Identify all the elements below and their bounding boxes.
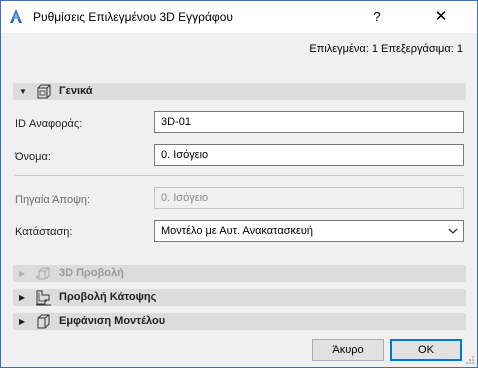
archicad-logo-icon [10, 9, 22, 23]
ref-id-input[interactable] [154, 111, 464, 133]
expand-right-icon: ▶ [19, 269, 26, 278]
3d-view-icon [36, 267, 50, 280]
help-button[interactable]: ? [357, 1, 397, 33]
section-floor-plan-label: Προβολή Κάτοψης [59, 291, 157, 303]
ref-id-label: ID Αναφοράς: [15, 118, 83, 130]
source-view-label: Πηγαία Άποψη: [15, 194, 91, 206]
section-3d-view-header[interactable]: ▶ 3D Προβολή [13, 265, 466, 282]
model-cube-icon [37, 314, 50, 329]
name-label: Όνομα: [15, 151, 51, 163]
close-button[interactable]: ✕ [421, 1, 461, 33]
window-title: Ρυθμίσεις Επιλεγμένου 3D Εγγράφου [33, 10, 233, 24]
chevron-down-icon [448, 228, 458, 234]
document-3d-icon [37, 84, 51, 99]
selection-status: Επιλεγμένα: 1 Επεξεργάσιμα: 1 [309, 43, 463, 55]
resize-grip-icon[interactable] [465, 355, 475, 365]
dialog-content: Επιλεγμένα: 1 Επεξεργάσιμα: 1 ▼ Γενικά I… [1, 33, 477, 367]
title-bar: Ρυθμίσεις Επιλεγμένου 3D Εγγράφου ? ✕ [1, 1, 477, 33]
cancel-button[interactable]: Άκυρο [312, 339, 384, 361]
section-model-display-label: Εμφάνιση Μοντέλου [59, 315, 166, 327]
expand-right-icon: ▶ [19, 317, 26, 326]
floor-plan-icon [36, 290, 51, 306]
section-general-label: Γενικά [59, 85, 93, 97]
ok-button[interactable]: OK [390, 339, 462, 361]
dialog-window: Ρυθμίσεις Επιλεγμένου 3D Εγγράφου ? ✕ Επ… [0, 0, 478, 368]
section-general-header[interactable]: ▼ Γενικά [13, 83, 466, 100]
expand-right-icon: ▶ [19, 293, 26, 302]
status-select-value: Μοντέλο με Αυτ. Ανακατασκευή [161, 225, 314, 237]
status-label: Κατάσταση: [15, 226, 73, 238]
status-select[interactable]: Μοντέλο με Αυτ. Ανακατασκευή [154, 220, 464, 242]
section-model-display-header[interactable]: ▶ Εμφάνιση Μοντέλου [13, 313, 466, 330]
divider [15, 175, 464, 176]
expand-down-icon: ▼ [19, 87, 27, 96]
section-floor-plan-header[interactable]: ▶ Προβολή Κάτοψης [13, 289, 466, 306]
name-input[interactable] [154, 144, 464, 166]
section-3d-view-label: 3D Προβολή [59, 267, 124, 279]
source-view-input [154, 187, 464, 209]
